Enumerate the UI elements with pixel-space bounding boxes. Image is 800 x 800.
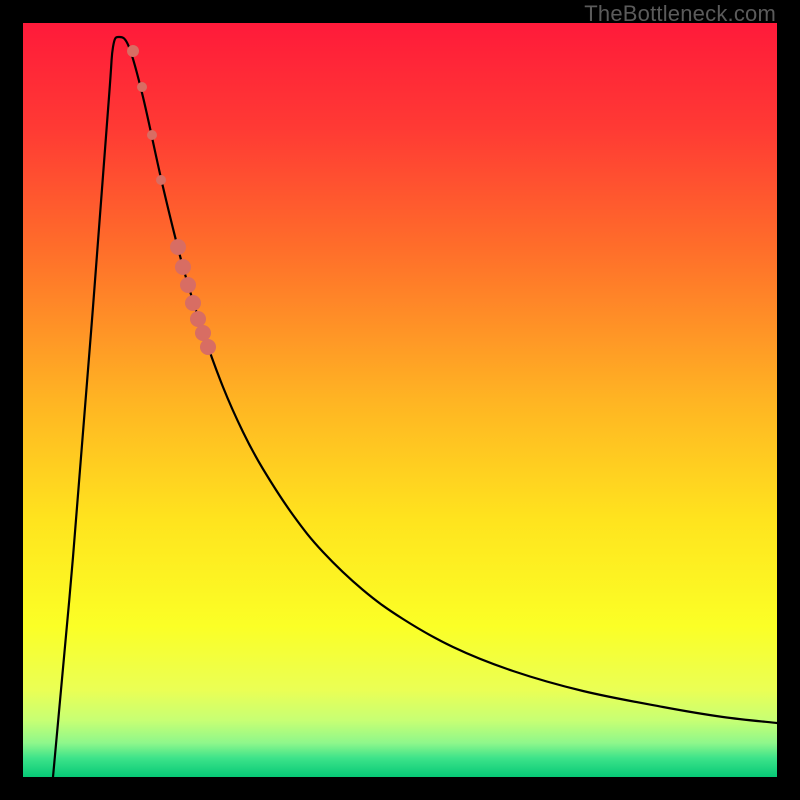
highlight-dot (200, 339, 216, 355)
highlight-dot (156, 175, 166, 185)
highlight-dot (137, 82, 147, 92)
plot-area (23, 23, 777, 777)
highlight-dot (190, 311, 206, 327)
highlight-dot (170, 239, 186, 255)
highlight-dot (127, 45, 139, 57)
highlight-dot (180, 277, 196, 293)
highlight-dot (185, 295, 201, 311)
highlight-dot (175, 259, 191, 275)
chart-frame: TheBottleneck.com (0, 0, 800, 800)
highlight-dot (195, 325, 211, 341)
plot-svg (23, 23, 777, 777)
highlight-dot (147, 130, 157, 140)
gradient-background (23, 23, 777, 777)
